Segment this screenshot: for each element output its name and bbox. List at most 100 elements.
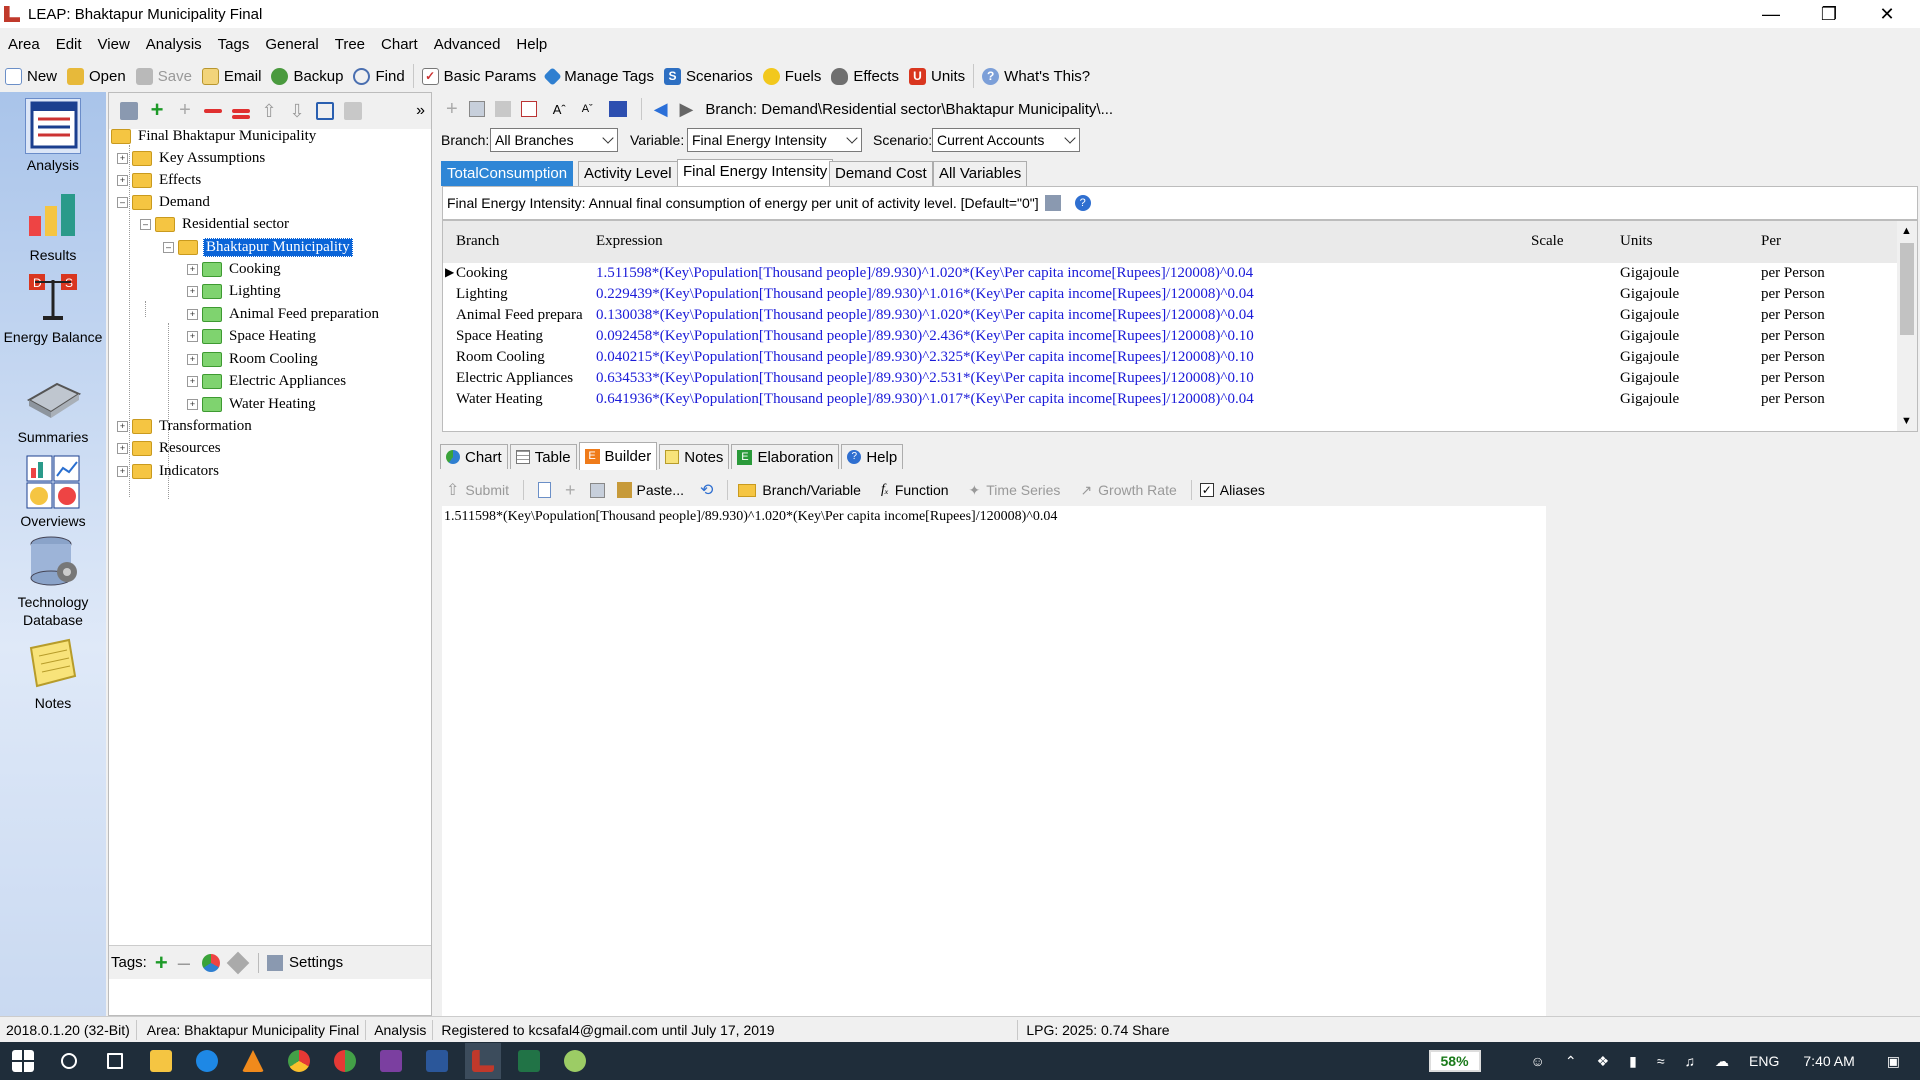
fuels-button[interactable]: Fuels bbox=[758, 62, 827, 90]
table-row[interactable]: Space Heating 0.092458*(Key\Population[T… bbox=[443, 327, 1898, 348]
new-button[interactable]: New bbox=[0, 62, 62, 90]
branch-dropdown[interactable]: All Branches bbox=[490, 128, 618, 152]
column-header-per[interactable]: Per bbox=[1761, 233, 1781, 250]
dropbox-icon[interactable]: ❖ bbox=[1597, 1053, 1610, 1070]
nav-summaries[interactable]: Summaries bbox=[0, 370, 106, 445]
close-button[interactable]: ✕ bbox=[1858, 0, 1916, 28]
table-row[interactable]: Water Heating 0.641936*(Key\Population[T… bbox=[443, 390, 1898, 411]
folder-icon[interactable] bbox=[344, 102, 362, 120]
row-per[interactable]: per Person bbox=[1761, 265, 1825, 282]
email-button[interactable]: Email bbox=[197, 62, 267, 90]
file-explorer-button[interactable] bbox=[143, 1043, 179, 1079]
tree-node-residential[interactable]: – Residential sector bbox=[140, 213, 291, 235]
export-icon[interactable] bbox=[520, 101, 537, 117]
row-per[interactable]: per Person bbox=[1761, 286, 1825, 303]
nav-energy-balance[interactable]: DS Energy Balance bbox=[0, 270, 106, 345]
collapse-icon[interactable]: – bbox=[117, 196, 128, 208]
add-icon[interactable]: + bbox=[446, 98, 458, 121]
expand-icon[interactable]: + bbox=[117, 465, 128, 477]
delete-multiple-icon[interactable] bbox=[232, 109, 250, 113]
expand-icon[interactable]: + bbox=[187, 263, 198, 275]
tree-node-cooking[interactable]: + Cooking bbox=[187, 258, 283, 280]
menu-help[interactable]: Help bbox=[508, 36, 555, 53]
new-doc-icon[interactable] bbox=[537, 482, 551, 498]
tags-settings-button[interactable]: Settings bbox=[289, 954, 343, 971]
row-units[interactable]: Gigajoule bbox=[1620, 265, 1679, 282]
nav-technology-database[interactable]: Technology Database bbox=[0, 534, 106, 629]
whats-this-button[interactable]: ? What's This? bbox=[977, 62, 1095, 90]
nav-results[interactable]: Results bbox=[0, 188, 106, 263]
copy-icon[interactable] bbox=[468, 101, 485, 117]
menu-tree[interactable]: Tree bbox=[327, 36, 373, 53]
tree-node-animal-feed[interactable]: + Animal Feed preparation bbox=[187, 303, 381, 325]
table-row[interactable]: Room Cooling 0.040215*(Key\Population[Th… bbox=[443, 348, 1898, 369]
scenario-dropdown[interactable]: Current Accounts bbox=[932, 128, 1080, 152]
clock[interactable]: 7:40 AM bbox=[1803, 1053, 1854, 1069]
effects-button[interactable]: Effects bbox=[826, 62, 904, 90]
submit-button[interactable]: ⇧ Submit bbox=[446, 480, 509, 500]
table-row[interactable]: ▶ Cooking 1.511598*(Key\Population[Thous… bbox=[443, 264, 1898, 285]
row-units[interactable]: Gigajoule bbox=[1620, 370, 1679, 387]
battery-icon[interactable]: ▮ bbox=[1629, 1053, 1637, 1070]
tree-properties-icon[interactable] bbox=[120, 102, 138, 120]
start-button[interactable] bbox=[5, 1043, 41, 1079]
row-expression[interactable]: 0.634533*(Key\Population[Thousand people… bbox=[596, 370, 1254, 387]
tab-total-consumption[interactable]: TotalConsumption bbox=[441, 161, 574, 186]
forward-arrow-icon[interactable]: ▶ bbox=[680, 99, 694, 120]
column-header-scale[interactable]: Scale bbox=[1531, 233, 1563, 250]
onenote-button[interactable] bbox=[373, 1043, 409, 1079]
tree-node-key-assumptions[interactable]: + Key Assumptions bbox=[117, 147, 267, 169]
row-per[interactable]: per Person bbox=[1761, 391, 1825, 408]
language-indicator[interactable]: ENG bbox=[1749, 1053, 1779, 1069]
restore-button[interactable]: ❐ bbox=[1800, 0, 1858, 28]
insert-icon[interactable]: + bbox=[565, 480, 576, 501]
tag-edit-icon[interactable] bbox=[226, 951, 250, 974]
find-button[interactable]: Find bbox=[348, 62, 409, 90]
undo-icon[interactable]: ⟲ bbox=[700, 480, 713, 500]
tree-node-root[interactable]: Final Bhaktapur Municipality bbox=[111, 125, 318, 147]
tab-builder[interactable]: E Builder bbox=[578, 442, 658, 470]
battery-percentage[interactable]: 58% bbox=[1428, 1050, 1481, 1072]
save-button[interactable]: Save bbox=[131, 62, 197, 90]
expression-editor[interactable]: 1.511598*(Key\Population[Thousand people… bbox=[442, 506, 1546, 1016]
backup-button[interactable]: Backup bbox=[266, 62, 348, 90]
task-view-button[interactable] bbox=[97, 1043, 133, 1079]
row-expression[interactable]: 0.040215*(Key\Population[Thousand people… bbox=[596, 349, 1254, 366]
tree-node-effects[interactable]: + Effects bbox=[117, 169, 203, 191]
volume-icon[interactable]: ♫ bbox=[1685, 1053, 1696, 1069]
tab-demand-cost[interactable]: Demand Cost bbox=[829, 161, 933, 186]
word-button[interactable] bbox=[419, 1043, 455, 1079]
row-expression[interactable]: 0.130038*(Key\Population[Thousand people… bbox=[596, 307, 1254, 324]
excel-button[interactable] bbox=[511, 1043, 547, 1079]
expand-chevron-icon[interactable]: » bbox=[416, 102, 425, 120]
menu-advanced[interactable]: Advanced bbox=[426, 36, 509, 53]
tree-node-transformation[interactable]: + Transformation bbox=[117, 415, 254, 437]
tree-node-electric-appliances[interactable]: + Electric Appliances bbox=[187, 370, 348, 392]
delete-branch-icon[interactable] bbox=[204, 109, 222, 113]
paste-button[interactable]: Paste... bbox=[616, 482, 684, 498]
variable-dropdown[interactable]: Final Energy Intensity bbox=[687, 128, 862, 152]
column-header-branch[interactable]: Branch bbox=[456, 233, 499, 250]
tab-all-variables[interactable]: All Variables bbox=[933, 161, 1028, 186]
menu-view[interactable]: View bbox=[90, 36, 138, 53]
expand-icon[interactable]: + bbox=[117, 420, 128, 432]
tab-help[interactable]: ? Help bbox=[841, 444, 904, 469]
move-up-icon[interactable]: ⇧ bbox=[260, 102, 278, 120]
column-header-expression[interactable]: Expression bbox=[596, 233, 663, 250]
vlc-button[interactable] bbox=[235, 1043, 271, 1079]
expand-icon[interactable]: + bbox=[187, 308, 198, 320]
row-units[interactable]: Gigajoule bbox=[1620, 349, 1679, 366]
builder-expression-text[interactable]: 1.511598*(Key\Population[Thousand people… bbox=[442, 506, 1546, 528]
row-units[interactable]: Gigajoule bbox=[1620, 286, 1679, 303]
scroll-down-icon[interactable]: ▼ bbox=[1901, 415, 1912, 427]
time-series-button[interactable]: ✦ Time Series bbox=[969, 482, 1061, 499]
leap-button[interactable] bbox=[465, 1043, 501, 1079]
tree-node-bhaktapur[interactable]: – Bhaktapur Municipality bbox=[163, 236, 353, 258]
tab-chart[interactable]: Chart bbox=[440, 444, 508, 469]
column-header-units[interactable]: Units bbox=[1620, 233, 1653, 250]
copy-icon[interactable] bbox=[589, 482, 605, 498]
tree-node-resources[interactable]: + Resources bbox=[117, 437, 223, 459]
add-multiple-icon[interactable]: + bbox=[176, 100, 194, 120]
nav-notes[interactable]: Notes bbox=[0, 636, 106, 711]
tab-activity-level[interactable]: Activity Level bbox=[578, 161, 678, 186]
